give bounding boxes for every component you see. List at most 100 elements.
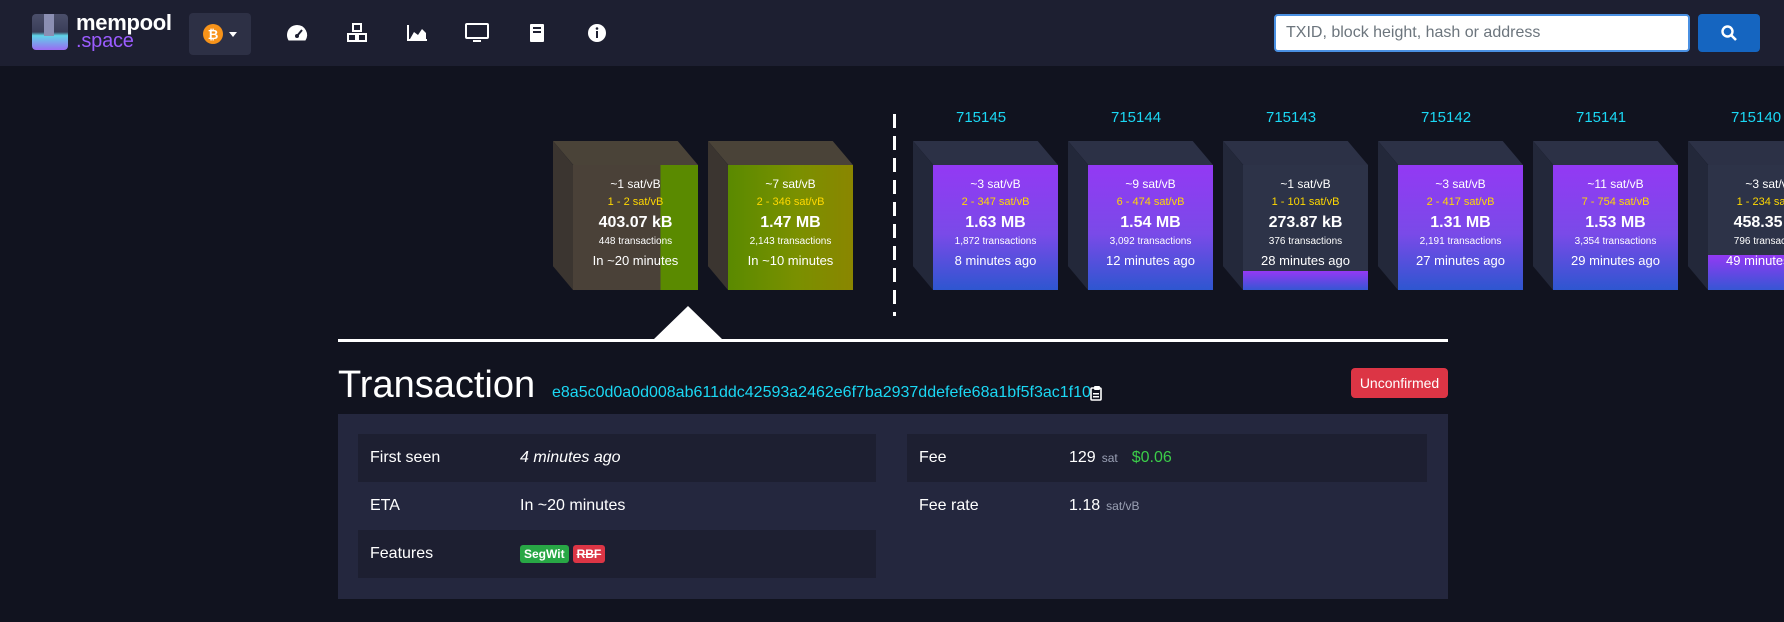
block-front-face: ~7 sat/vB 2 - 346 sat/vB 1.47 MB 2,143 tran… (728, 165, 853, 290)
mempool-logo[interactable]: mempool .space (32, 12, 172, 51)
block-median-fee: ~3 sat/vB (970, 177, 1021, 191)
block-front-face: ~3 sat/vB 2 - 417 sat/vB 1.31 MB 2,191 tran… (1398, 165, 1523, 290)
block-front-face: ~11 sat/vB 7 - 754 sat/vB 1.53 MB 3,354 tra… (1553, 165, 1678, 290)
block-fee-span: 7 - 754 sat/vB (1581, 196, 1650, 208)
block-fee-span: 1 - 234 sat/vB (1736, 196, 1784, 208)
block-side-face (913, 141, 933, 290)
top-navbar: mempool .space ₿ (0, 0, 1784, 66)
mined-block[interactable]: ~9 sat/vB 6 - 474 sat/vB 1.54 MB 3,092 tran… (1068, 141, 1213, 290)
logo-icon (32, 14, 68, 50)
search-input[interactable] (1274, 14, 1690, 52)
block-size: 403.07 kB (598, 214, 673, 231)
network-selector-button[interactable]: ₿ (189, 13, 251, 55)
block-front-face: ~3 sat/vB 1 - 234 sat/vB 458.35 kB 796 tran… (1708, 165, 1784, 290)
block-size: 1.47 MB (760, 214, 821, 231)
block-fee-span: 2 - 346 sat/vB (756, 196, 825, 208)
bitcoin-icon: ₿ (203, 24, 223, 44)
fee-rate-value: 1.18 (1069, 497, 1101, 514)
block-tx-count: 448 transactions (598, 236, 673, 247)
copy-icon[interactable] (1090, 385, 1104, 401)
block-tx-count: 3,092 transactions (1109, 236, 1192, 247)
transaction-details-panel: First seen 4 minutes ago ETA In ~20 minu… (338, 414, 1448, 599)
block-fee-span: 2 - 347 sat/vB (961, 196, 1030, 208)
mined-block[interactable]: ~3 sat/vB 2 - 347 sat/vB 1.63 MB 1,872 tran… (913, 141, 1058, 290)
block-height-link[interactable]: 715143 (1266, 109, 1316, 126)
mined-block[interactable]: ~3 sat/vB 2 - 417 sat/vB 1.31 MB 2,191 tran… (1378, 141, 1523, 290)
section-divider (338, 339, 1448, 342)
mined-block[interactable]: ~1 sat/vB 1 - 101 sat/vB 273.87 kB 376 tran… (1223, 141, 1368, 290)
block-tx-count: 3,354 transactions (1574, 236, 1657, 247)
block-time: 27 minutes ago (1416, 253, 1505, 268)
mined-block[interactable]: ~3 sat/vB 1 - 234 sat/vB 458.35 kB 796 tran… (1688, 141, 1784, 290)
fee-value: 129 (1069, 449, 1096, 466)
block-top-face (913, 141, 1058, 165)
block-time: In ~20 minutes (592, 253, 679, 268)
block-front-face: ~1 sat/vB 1 - 2 sat/vB 403.07 kB 448 transa… (573, 165, 698, 290)
block-side-face (1068, 141, 1088, 290)
fee-usd-value: $0.06 (1131, 449, 1172, 466)
block-median-fee: ~1 sat/vB (610, 177, 661, 191)
search-icon (1721, 25, 1737, 41)
mempool-block[interactable]: ~7 sat/vB 2 - 346 sat/vB 1.47 MB 2,143 tran… (708, 141, 853, 290)
block-fee-span: 6 - 474 sat/vB (1116, 196, 1185, 208)
block-height-link[interactable]: 715141 (1576, 109, 1626, 126)
docs-icon[interactable] (525, 22, 549, 44)
block-size: 1.63 MB (965, 214, 1026, 231)
block-median-fee: ~7 sat/vB (765, 177, 816, 191)
block-tx-count: 2,143 transactions (749, 236, 832, 247)
rbf-badge[interactable]: RBF (572, 545, 606, 563)
block-time: 49 minutes ago (1726, 253, 1784, 268)
block-height-link[interactable]: 715144 (1111, 109, 1161, 126)
about-icon[interactable] (585, 22, 609, 44)
features-label: Features (370, 545, 434, 562)
fee-rate-row: Fee rate 1.18 sat/vB (907, 482, 1427, 530)
block-side-face (1688, 141, 1708, 290)
segwit-badge[interactable]: SegWit (520, 545, 569, 563)
block-size: 1.53 MB (1585, 214, 1646, 231)
block-fee-span: 2 - 417 sat/vB (1426, 196, 1495, 208)
block-side-face (1378, 141, 1398, 290)
block-front-face: ~3 sat/vB 2 - 347 sat/vB 1.63 MB 1,872 tran… (933, 165, 1058, 290)
fee-unit: sat (1101, 451, 1118, 465)
block-height-link[interactable]: 715142 (1421, 109, 1471, 126)
block-front-face: ~9 sat/vB 6 - 474 sat/vB 1.54 MB 3,092 tran… (1088, 165, 1213, 290)
block-median-fee: ~3 sat/vB (1435, 177, 1486, 191)
mempool-block[interactable]: ~1 sat/vB 1 - 2 sat/vB 403.07 kB 448 transa… (553, 141, 698, 290)
graphs-icon[interactable] (405, 22, 429, 44)
block-time: 12 minutes ago (1106, 253, 1195, 268)
block-size: 1.54 MB (1120, 214, 1181, 231)
search-button[interactable] (1698, 14, 1760, 52)
block-top-face (553, 141, 698, 165)
block-time: 29 minutes ago (1571, 253, 1660, 268)
block-time: In ~10 minutes (747, 253, 834, 268)
block-fee-span: 1 - 2 sat/vB (607, 196, 664, 208)
fee-rate-label: Fee rate (919, 497, 979, 514)
block-fee-span: 1 - 101 sat/vB (1271, 196, 1340, 208)
block-tx-count: 796 transactions (1733, 236, 1784, 247)
tv-icon[interactable] (465, 22, 489, 44)
block-median-fee: ~9 sat/vB (1125, 177, 1176, 191)
block-front-face: ~1 sat/vB 1 - 101 sat/vB 273.87 kB 376 tran… (1243, 165, 1368, 290)
block-top-face (1378, 141, 1523, 165)
block-tx-count: 2,191 transactions (1419, 236, 1502, 247)
block-side-face (708, 141, 728, 290)
block-top-face (1223, 141, 1368, 165)
block-median-fee: ~11 sat/vB (1587, 177, 1644, 191)
blocks-icon[interactable] (345, 22, 369, 44)
txid-link[interactable]: e8a5c0d0a0d008ab611ddc42593a2462e6f7ba29… (552, 384, 1091, 402)
block-height-link[interactable]: 715140 (1731, 109, 1781, 126)
block-time: 8 minutes ago (954, 253, 1037, 268)
block-time: 28 minutes ago (1261, 253, 1350, 268)
fee-label: Fee (919, 449, 947, 466)
mined-block[interactable]: ~11 sat/vB 7 - 754 sat/vB 1.53 MB 3,354 tra… (1533, 141, 1678, 290)
block-side-face (553, 141, 573, 290)
block-tx-count: 1,872 transactions (954, 236, 1037, 247)
block-size: 1.31 MB (1430, 214, 1491, 231)
block-top-face (1533, 141, 1678, 165)
fee-row: Fee 129 sat $0.06 (907, 434, 1427, 482)
eta-row: ETA In ~20 minutes (358, 482, 876, 530)
eta-value: In ~20 minutes (520, 497, 626, 514)
fee-rate-unit: sat/vB (1106, 499, 1140, 513)
dashboard-icon[interactable] (285, 22, 309, 44)
block-height-link[interactable]: 715145 (956, 109, 1006, 126)
